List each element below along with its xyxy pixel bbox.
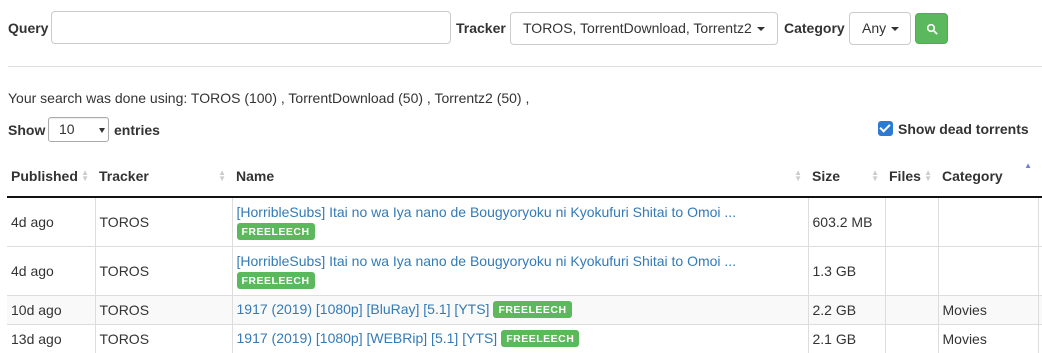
cell-size: 603.2 MB	[808, 196, 886, 246]
column-header-tracker[interactable]: Tracker ▲ ▼	[95, 155, 232, 198]
torrent-name-link[interactable]: 1917 (2019) [1080p] [WEBRip] [5.1] [YTS]	[237, 330, 498, 346]
caret-down-icon	[891, 27, 900, 32]
sort-icon: ▲ ▼	[794, 168, 802, 183]
cell-category: Movies	[938, 294, 1039, 324]
table-row[interactable]: 10d ago TOROS 1917 (2019) [1080p] [BluRa…	[7, 294, 1042, 324]
sort-icon: ▲ ▼	[924, 168, 932, 183]
cell-overflow	[1038, 245, 1042, 295]
cell-files	[885, 323, 939, 353]
column-header-published[interactable]: Published ▲ ▼	[7, 155, 95, 198]
search-toolbar: Query Tracker TOROS, TorrentDownload, To…	[0, 11, 1042, 45]
cell-size: 2.2 GB	[808, 294, 886, 324]
entries-select[interactable]: 10	[48, 117, 109, 142]
cell-overflow	[1038, 196, 1042, 246]
cell-category	[938, 196, 1039, 246]
cell-name: [HorribleSubs] Itai no wa Iya nano de Bo…	[232, 245, 809, 295]
divider	[8, 66, 1042, 67]
freeleech-badge: FREELEECH	[236, 271, 315, 289]
table-row[interactable]: 4d ago TOROS [HorribleSubs] Itai no wa I…	[7, 245, 1042, 295]
entries-label: entries	[114, 122, 160, 138]
column-header-category[interactable]: Category ▲	[938, 155, 1038, 198]
show-dead-torrents-control[interactable]: Show dead torrents	[878, 121, 1029, 137]
torrent-name-link[interactable]: 1917 (2019) [1080p] [BluRay] [5.1] [YTS]	[237, 301, 490, 317]
cell-published: 4d ago	[7, 196, 96, 246]
torrent-name-link[interactable]: [HorribleSubs] Itai no wa Iya nano de Bo…	[237, 204, 737, 220]
cell-published: 13d ago	[7, 323, 96, 353]
show-label: Show	[8, 122, 46, 138]
cell-published: 4d ago	[7, 245, 96, 295]
caret-down-icon	[756, 27, 765, 32]
cell-published: 10d ago	[7, 294, 96, 324]
freeleech-badge: FREELEECH	[493, 301, 572, 318]
cell-tracker: TOROS	[95, 294, 233, 324]
cell-tracker: TOROS	[95, 245, 233, 295]
results-table: Published ▲ ▼ Tracker ▲ ▼ Name ▲ ▼ Size ▲ ▼ File…	[7, 155, 1042, 353]
category-select[interactable]: Any	[849, 12, 911, 45]
search-button[interactable]	[915, 13, 948, 44]
column-header-name[interactable]: Name ▲ ▼	[232, 155, 808, 198]
sort-icon: ▲ ▼	[218, 168, 226, 183]
table-row[interactable]: 4d ago TOROS [HorribleSubs] Itai no wa I…	[7, 196, 1042, 246]
chevron-down-icon	[99, 128, 105, 133]
column-header-overflow	[1038, 155, 1042, 198]
search-info-text: Your search was done using: TOROS (100) …	[8, 90, 530, 106]
entries-select-value: 10	[59, 121, 75, 137]
cell-files	[885, 245, 939, 295]
cell-tracker: TOROS	[95, 323, 233, 353]
checkbox-checked-icon[interactable]	[878, 121, 893, 136]
table-row[interactable]: 13d ago TOROS 1917 (2019) [1080p] [WEBRi…	[7, 323, 1042, 353]
category-select-value: Any	[862, 20, 887, 36]
freeleech-badge: FREELEECH	[236, 222, 315, 240]
cell-name: [HorribleSubs] Itai no wa Iya nano de Bo…	[232, 196, 809, 246]
show-dead-torrents-label: Show dead torrents	[898, 121, 1029, 137]
tracker-select[interactable]: TOROS, TorrentDownload, Torrentz2	[510, 12, 778, 45]
cell-overflow	[1038, 323, 1042, 353]
cell-name: 1917 (2019) [1080p] [WEBRip] [5.1] [YTS]…	[232, 323, 809, 353]
query-label: Query	[8, 20, 49, 36]
column-header-files[interactable]: Files ▲ ▼	[885, 155, 938, 198]
tracker-label: Tracker	[456, 20, 506, 36]
cell-category	[938, 245, 1039, 295]
torrent-name-link[interactable]: [HorribleSubs] Itai no wa Iya nano de Bo…	[237, 253, 737, 269]
category-label: Category	[784, 20, 845, 36]
cell-size: 1.3 GB	[808, 245, 886, 295]
cell-category: Movies	[938, 323, 1039, 353]
cell-files	[885, 196, 939, 246]
sort-icon: ▲ ▼	[871, 168, 879, 183]
cell-files	[885, 294, 939, 324]
sort-icon: ▲ ▼	[81, 168, 89, 183]
cell-tracker: TOROS	[95, 196, 233, 246]
sort-ascending-icon: ▲	[1024, 161, 1032, 170]
cell-overflow	[1038, 294, 1042, 324]
search-icon	[926, 23, 938, 35]
column-header-size[interactable]: Size ▲ ▼	[808, 155, 885, 198]
cell-size: 2.1 GB	[808, 323, 886, 353]
cell-name: 1917 (2019) [1080p] [BluRay] [5.1] [YTS]…	[232, 294, 809, 324]
tracker-select-value: TOROS, TorrentDownload, Torrentz2	[523, 20, 752, 36]
query-input[interactable]	[51, 11, 451, 44]
table-header-row: Published ▲ ▼ Tracker ▲ ▼ Name ▲ ▼ Size ▲ ▼ File…	[7, 155, 1042, 198]
freeleech-badge: FREELEECH	[501, 330, 580, 348]
